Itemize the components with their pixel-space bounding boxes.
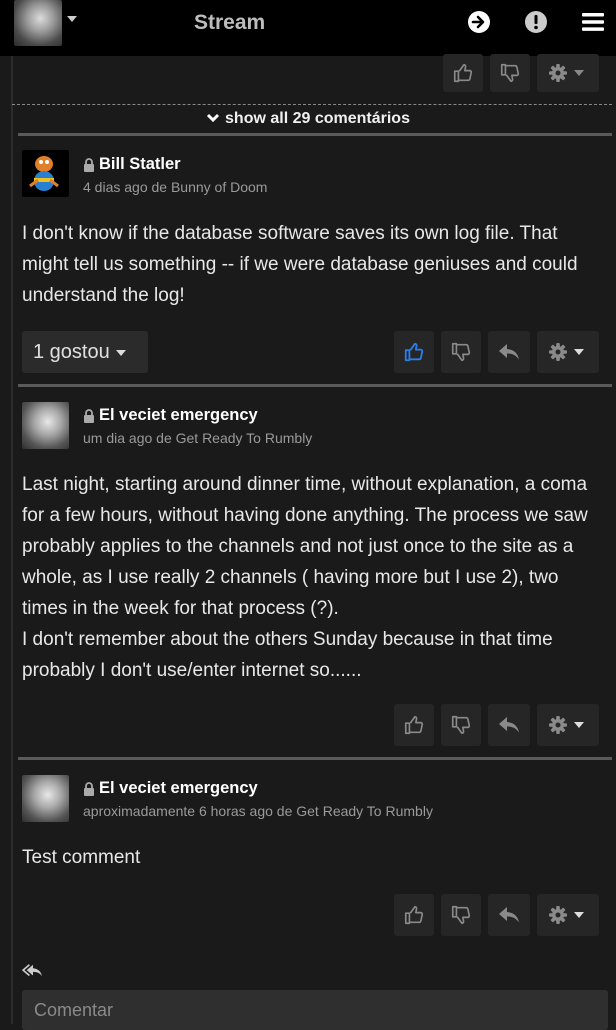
gear-icon — [549, 343, 584, 361]
comment-meta: um dia ago de Get Ready To Rumbly — [83, 430, 313, 446]
reply-icon — [499, 907, 519, 923]
settings-dropdown-button[interactable] — [537, 54, 599, 92]
reply-button[interactable] — [488, 894, 530, 936]
like-button[interactable] — [443, 54, 483, 92]
caret-down-icon[interactable] — [67, 16, 77, 22]
lock-icon — [84, 408, 94, 423]
comment-separator — [18, 133, 612, 136]
dislike-button[interactable] — [441, 704, 481, 746]
reply-icon — [499, 344, 519, 360]
thumbs-down-icon — [451, 342, 471, 362]
bunny-avatar-icon — [29, 156, 59, 191]
comment-separator — [18, 384, 612, 387]
thumbs-up-icon — [453, 63, 473, 83]
comment-separator — [18, 757, 612, 760]
reply-button[interactable] — [488, 331, 530, 373]
thumbs-up-icon — [404, 905, 424, 925]
gear-icon — [549, 906, 584, 924]
like-button[interactable] — [394, 704, 434, 746]
menu-icon[interactable] — [581, 10, 605, 34]
dislike-button[interactable] — [441, 331, 481, 373]
comment-author[interactable]: El veciet emergency — [83, 406, 258, 425]
comment-body: I don't know if the database software sa… — [22, 223, 578, 306]
comment-author[interactable]: El veciet emergency — [83, 779, 258, 798]
thumbs-down-icon — [451, 905, 471, 925]
thumbs-up-icon — [404, 715, 424, 735]
comment-body: Last night, starting around dinner time,… — [22, 474, 588, 681]
likes-dropdown[interactable]: 1 gostou — [22, 331, 148, 373]
user-avatar[interactable] — [14, 0, 62, 46]
comment-meta: aproximadamente 6 horas ago de Get Ready… — [83, 803, 433, 819]
reply-button[interactable] — [488, 704, 530, 746]
gear-icon — [549, 64, 584, 82]
lock-icon — [84, 781, 94, 796]
thumbs-down-icon — [451, 715, 471, 735]
comment-input[interactable]: Comentar — [22, 990, 608, 1030]
reply-icon — [499, 717, 519, 733]
comment-body: Test comment — [22, 847, 141, 868]
like-button[interactable] — [394, 331, 434, 373]
arrow-right-circle-icon[interactable] — [467, 10, 491, 34]
comment-meta: 4 dias ago de Bunny of Doom — [83, 179, 268, 195]
chevron-down-icon — [206, 110, 220, 128]
dislike-button[interactable] — [441, 894, 481, 936]
like-button[interactable] — [394, 894, 434, 936]
top-bar: Stream — [0, 0, 616, 56]
avatar[interactable] — [22, 150, 69, 197]
thumbs-up-icon — [404, 342, 424, 362]
settings-dropdown-button[interactable] — [537, 704, 599, 746]
gear-icon — [549, 716, 584, 734]
settings-dropdown-button[interactable] — [537, 331, 599, 373]
page-title: Stream — [194, 11, 266, 34]
lock-icon — [84, 157, 94, 172]
avatar[interactable] — [22, 775, 69, 822]
comment-author[interactable]: Bill Statler — [83, 155, 181, 174]
dislike-button[interactable] — [490, 54, 530, 92]
avatar[interactable] — [22, 402, 69, 449]
reply-all-icon — [21, 962, 44, 985]
caret-down-icon — [115, 350, 126, 356]
divider — [12, 104, 612, 105]
thread-rule — [11, 56, 13, 1024]
settings-dropdown-button[interactable] — [537, 894, 599, 936]
alert-circle-icon[interactable] — [524, 10, 548, 34]
show-all-comments-link[interactable]: show all 29 comentários — [0, 110, 616, 128]
thumbs-down-icon — [500, 63, 520, 83]
